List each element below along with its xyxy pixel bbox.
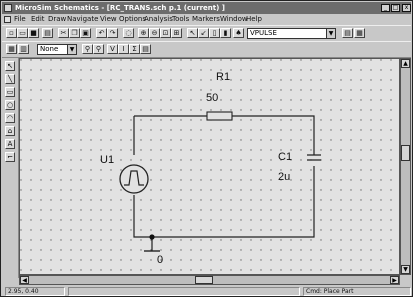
- command-status: Cmd: Place Part: [303, 287, 411, 296]
- schematic-canvas[interactable]: R1 50 C1 2u U1 0: [19, 58, 400, 275]
- scroll-up-button[interactable]: ▲: [401, 59, 410, 68]
- scroll-left-button[interactable]: ◀: [20, 276, 29, 284]
- schematic-drawing[interactable]: R1 50 C1 2u U1 0: [20, 59, 400, 275]
- paste-icon[interactable]: ▣: [80, 28, 91, 38]
- document-system-menu-icon[interactable]: [4, 16, 11, 23]
- cursor-coordinates: 2.95, 0.40: [5, 287, 65, 296]
- chevron-down-icon[interactable]: ▼: [67, 45, 76, 54]
- menu-bar: File Edit Draw Navigate View Options Ana…: [2, 14, 411, 25]
- find-icon[interactable]: ⚲: [82, 44, 93, 54]
- source-ref-label: U1: [100, 154, 114, 166]
- draw-bus-icon[interactable]: ↙: [198, 28, 209, 38]
- scroll-right-button[interactable]: ▶: [390, 276, 399, 284]
- line-icon[interactable]: ╲: [5, 74, 15, 84]
- select-icon[interactable]: ↖: [5, 61, 15, 71]
- menu-navigate[interactable]: Navigate: [67, 14, 98, 25]
- zoom-out-icon[interactable]: ⊖: [149, 28, 160, 38]
- main-toolbar: ▫ ▭ ■ ▤ ✂ ❐ ▣ ↶ ↷ ◌ ⊕ ⊖ ⊡ ⊞ ↖ ↙ ▯ ▮ ♠ VP…: [2, 25, 411, 42]
- title-bar: MicroSim Schematics - [RC_TRANS.sch p.1 …: [2, 2, 411, 14]
- menu-window[interactable]: Window: [220, 14, 248, 25]
- close-button[interactable]: x: [402, 4, 411, 12]
- chevron-down-icon[interactable]: ▼: [326, 29, 335, 38]
- part-name-value: VPULSE: [250, 29, 277, 37]
- polyline-icon[interactable]: ⌂: [5, 126, 15, 136]
- menu-analysis[interactable]: Analysis: [144, 14, 173, 25]
- menu-file[interactable]: File: [14, 14, 26, 25]
- resistor-value-label: 50: [206, 92, 218, 104]
- app-icon[interactable]: [4, 4, 12, 12]
- edit-attributes-icon[interactable]: ▤: [342, 28, 353, 38]
- rectangle-icon[interactable]: ▭: [5, 87, 15, 97]
- status-message-field: [68, 287, 300, 296]
- vertical-scroll-thumb[interactable]: [401, 145, 410, 161]
- edit-symbol-icon[interactable]: ▦: [354, 28, 365, 38]
- get-part-icon[interactable]: ▮: [220, 28, 231, 38]
- zoom-in-icon[interactable]: ⊕: [138, 28, 149, 38]
- open-file-icon[interactable]: ▭: [17, 28, 28, 38]
- capacitor-ref-label: C1: [278, 151, 292, 163]
- part-name-combobox[interactable]: VPULSE ▼: [247, 28, 336, 39]
- pulse-source-u1: [119, 164, 149, 194]
- circle-icon[interactable]: ○: [5, 100, 15, 110]
- copy-icon[interactable]: ❐: [69, 28, 80, 38]
- undo-icon[interactable]: ↶: [96, 28, 107, 38]
- drawing-toolbar: ↖ ╲ ▭ ○ ◠ ⌂ A ⌐: [3, 58, 19, 278]
- new-file-icon[interactable]: ▫: [6, 28, 17, 38]
- resistor-ref-label: R1: [216, 71, 230, 83]
- menu-view[interactable]: View: [100, 14, 117, 25]
- wire-icon[interactable]: ⌐: [5, 152, 15, 162]
- menu-draw[interactable]: Draw: [48, 14, 66, 25]
- draw-wire-icon[interactable]: ↖: [187, 28, 198, 38]
- current-marker-icon[interactable]: I: [118, 44, 129, 54]
- ground-junction: [149, 234, 155, 240]
- menu-edit[interactable]: Edit: [31, 14, 45, 25]
- probe-icon[interactable]: ▤: [140, 44, 151, 54]
- capacitor-value-label: 2u: [278, 171, 290, 183]
- voltage-marker-icon[interactable]: V: [107, 44, 118, 54]
- attribute-combobox[interactable]: None ▼: [37, 44, 77, 55]
- scroll-down-button[interactable]: ▼: [401, 265, 410, 274]
- application-window: MicroSim Schematics - [RC_TRANS.sch p.1 …: [0, 0, 413, 297]
- print-icon[interactable]: ▤: [42, 28, 53, 38]
- horizontal-scrollbar[interactable]: ◀ ▶: [19, 275, 400, 285]
- save-icon[interactable]: ■: [28, 28, 39, 38]
- redraw-icon[interactable]: ◌: [123, 28, 134, 38]
- minimize-button[interactable]: _: [381, 4, 390, 12]
- arc-icon[interactable]: ◠: [5, 113, 15, 123]
- redo-icon[interactable]: ↷: [107, 28, 118, 38]
- part-browser-icon[interactable]: ♠: [233, 28, 244, 38]
- secondary-toolbar: ▦ ▥ None ▼ ⚲ ⚲ V I Σ ▤: [2, 41, 411, 58]
- menu-tools[interactable]: Tools: [172, 14, 189, 25]
- menu-help[interactable]: Help: [246, 14, 262, 25]
- menu-markers[interactable]: Markers: [192, 14, 220, 25]
- zoom-area-icon[interactable]: ⊡: [160, 28, 171, 38]
- attribute-value: None: [40, 45, 59, 53]
- cut-icon[interactable]: ✂: [58, 28, 69, 38]
- vertical-scrollbar[interactable]: ▲ ▼: [400, 58, 411, 275]
- zoom-fit-icon[interactable]: ⊞: [171, 28, 182, 38]
- horizontal-scroll-thumb[interactable]: [195, 276, 213, 284]
- menu-options[interactable]: Options: [119, 14, 146, 25]
- netlist-icon[interactable]: ▥: [18, 44, 29, 54]
- status-bar: 2.95, 0.40 Cmd: Place Part: [2, 286, 411, 297]
- maximize-button[interactable]: □: [391, 4, 400, 12]
- window-title: MicroSim Schematics - [RC_TRANS.sch p.1 …: [15, 4, 225, 12]
- ground-node-label: 0: [157, 254, 163, 266]
- grid-icon[interactable]: ▦: [6, 44, 17, 54]
- simulate-icon[interactable]: Σ: [129, 44, 140, 54]
- text-icon[interactable]: A: [5, 139, 15, 149]
- draw-block-icon[interactable]: ▯: [209, 28, 220, 38]
- find-next-icon[interactable]: ⚲: [93, 44, 104, 54]
- resistor-r1: [206, 111, 233, 121]
